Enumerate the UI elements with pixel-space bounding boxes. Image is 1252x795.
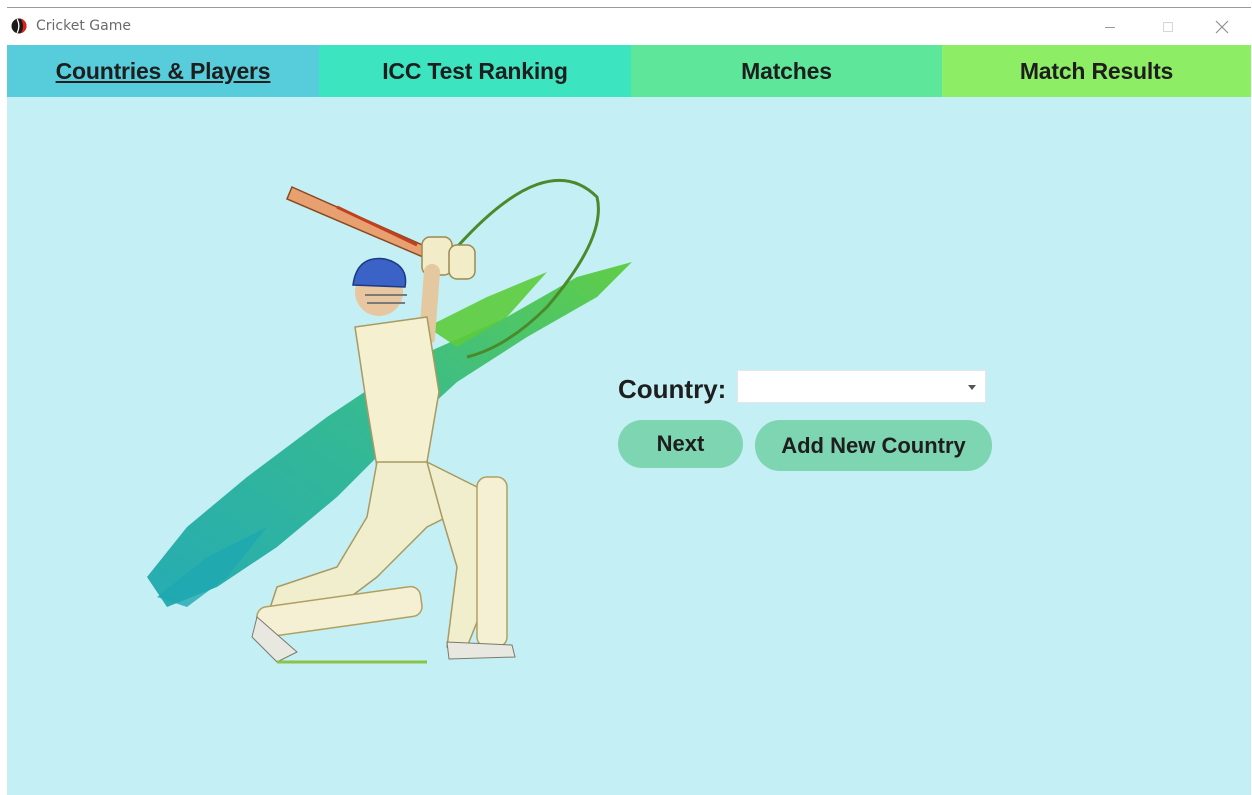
maximize-button[interactable] [1145,8,1191,45]
add-new-country-button[interactable]: Add New Country [755,420,992,471]
maximize-icon [1163,21,1173,32]
tab-label: Countries & Players [55,57,271,84]
tab-label: Matches [741,57,832,84]
cricket-ball-icon [11,18,27,34]
minimize-button[interactable] [1087,8,1133,45]
minimize-icon [1105,26,1115,28]
next-button-label: Next [656,431,705,456]
next-button[interactable]: Next [618,420,743,468]
window-title: Cricket Game [36,18,131,34]
close-button[interactable] [1199,8,1245,45]
country-dropdown[interactable] [737,370,986,403]
tab-label: Match Results [1019,57,1174,84]
main-content: Country: Next Add New Country [7,97,1251,795]
tab-match-results[interactable]: Match Results [942,45,1251,97]
title-bar[interactable]: Cricket Game [7,8,1251,45]
tab-matches[interactable]: Matches [631,45,942,97]
tab-countries-players[interactable]: Countries & Players [7,45,319,97]
add-new-country-label: Add New Country [781,432,966,458]
app-window: Cricket Game Countries & Players ICC Tes… [7,7,1251,795]
cricketer-illustration [147,178,632,664]
tab-bar: Countries & Players ICC Test Ranking Mat… [7,45,1251,97]
tab-icc-test-ranking[interactable]: ICC Test Ranking [319,45,631,97]
tab-label: ICC Test Ranking [382,57,568,84]
chevron-down-icon [968,385,976,390]
close-icon [1215,20,1229,33]
country-label: Country: [618,374,727,404]
